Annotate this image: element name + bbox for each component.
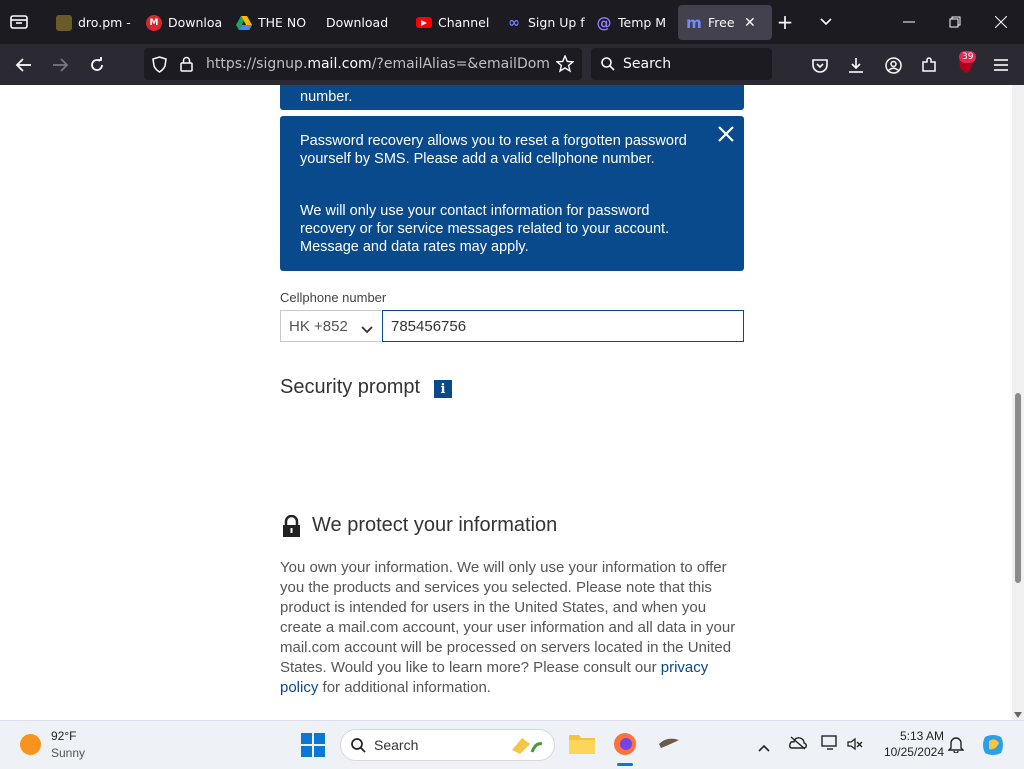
close-window-icon[interactable] xyxy=(990,12,1012,32)
restore-window-icon[interactable] xyxy=(944,12,966,32)
url-text[interactable]: https://signup.mail.com/?emailAlias=&ema… xyxy=(206,56,550,72)
weather-description[interactable]: Sunny xyxy=(51,746,85,760)
meta-icon: ∞ xyxy=(508,14,520,31)
url-domain: mail.com xyxy=(307,56,372,72)
tab-label: Sign Up f xyxy=(528,15,585,30)
taskbar-search-box[interactable]: Search xyxy=(340,729,555,761)
google-drive-icon xyxy=(236,15,252,31)
back-arrow-icon[interactable] xyxy=(12,54,34,76)
volume-muted-icon[interactable] xyxy=(847,736,863,755)
show-hidden-icons-chevron-icon[interactable] xyxy=(758,737,770,756)
minimize-window-icon[interactable] xyxy=(898,12,920,32)
tab-label: Temp M xyxy=(618,15,667,30)
protect-info-heading: We protect your information xyxy=(312,514,558,536)
url-prefix: https://signup. xyxy=(206,56,308,72)
mailcom-icon: m xyxy=(686,13,702,32)
navigation-toolbar: https://signup.mail.com/?emailAlias=&ema… xyxy=(0,44,1024,85)
tracking-protection-shield-icon[interactable] xyxy=(152,56,167,77)
account-icon[interactable] xyxy=(882,54,904,76)
tab-free-mail-active[interactable]: m Free V ✕ xyxy=(678,5,772,40)
scroll-down-arrow-icon[interactable] xyxy=(1014,712,1022,718)
tab-label: Channel xyxy=(438,15,490,30)
copilot-icon[interactable] xyxy=(981,733,1005,761)
info-icon[interactable]: i xyxy=(434,380,452,398)
cellphone-input[interactable] xyxy=(382,310,744,342)
mega-icon: M xyxy=(146,14,162,31)
network-icon[interactable] xyxy=(821,735,839,754)
tab-sign-up[interactable]: ∞ Sign Up f xyxy=(498,5,588,40)
url-rest: /?emailAlias=&emailDomain=m xyxy=(371,56,550,72)
tab-label: Downloa xyxy=(168,15,223,30)
tempmail-icon: @ xyxy=(596,13,612,32)
tab-download-mega[interactable]: M Downloa xyxy=(138,5,228,40)
address-bar[interactable]: https://signup.mail.com/?emailAlias=&ema… xyxy=(144,48,582,80)
web-page-content: number. Password recovery allows you to … xyxy=(0,85,1024,720)
forward-arrow-icon[interactable] xyxy=(50,54,72,76)
tab-label: Free V xyxy=(708,15,738,30)
firefox-taskbar-icon[interactable] xyxy=(613,732,637,760)
extension-badge-count: 39 xyxy=(959,51,977,63)
previous-info-box: number. xyxy=(280,85,744,110)
tab-temp-mail[interactable]: @ Temp M xyxy=(588,5,678,40)
pocket-icon[interactable] xyxy=(809,54,831,76)
info-paragraph-1: Password recovery allows you to reset a … xyxy=(300,133,687,167)
taskbar-search-placeholder: Search xyxy=(374,737,419,753)
search-highlight-icon xyxy=(506,736,546,760)
country-code-value: HK +852 xyxy=(289,317,348,335)
tab-dro[interactable]: dro.pm - xyxy=(48,5,138,40)
chevron-down-icon xyxy=(361,321,373,338)
previous-info-text: number. xyxy=(300,89,353,105)
firefox-view-icon[interactable] xyxy=(8,12,30,32)
weather-temperature[interactable]: 92°F xyxy=(51,729,76,743)
page-scrollbar[interactable] xyxy=(1012,85,1024,720)
sunny-weather-icon[interactable] xyxy=(20,734,41,755)
clock-time: 5:13 AM xyxy=(899,729,944,743)
search-placeholder: Search xyxy=(623,56,672,72)
windows-start-icon[interactable] xyxy=(301,733,325,761)
youtube-icon xyxy=(416,17,432,28)
search-bar[interactable]: Search xyxy=(591,48,772,80)
file-explorer-icon[interactable] xyxy=(569,732,595,758)
tab-label: dro.pm - xyxy=(78,15,131,30)
tab-youtube-channel[interactable]: Channel xyxy=(408,5,498,40)
protect-info-paragraph: You own your information. We will only u… xyxy=(280,558,748,698)
search-icon xyxy=(351,737,366,753)
active-app-indicator xyxy=(617,763,633,766)
search-icon xyxy=(601,57,615,71)
close-tab-icon[interactable]: ✕ xyxy=(744,15,756,31)
system-clock[interactable]: 5:13 AM 10/25/2024 xyxy=(872,728,944,760)
new-tab-icon[interactable]: + xyxy=(774,10,796,34)
dro-icon xyxy=(56,14,72,31)
tab-label: THE NO xyxy=(258,15,307,30)
password-recovery-info-box: Password recovery allows you to reset a … xyxy=(280,116,744,271)
cellphone-label: Cellphone number xyxy=(280,290,387,305)
hamburger-menu-icon[interactable] xyxy=(990,54,1012,76)
windows-taskbar: 92°F Sunny Search 5:13 AM 10/25/2024 xyxy=(0,720,1024,769)
info-paragraph-2: We will only use your contact informatio… xyxy=(300,203,670,255)
protect-text-end: for additional information. xyxy=(318,679,491,696)
list-tabs-chevron-icon[interactable] xyxy=(815,12,837,32)
tab-google-drive[interactable]: THE NO xyxy=(228,5,318,40)
reload-icon[interactable] xyxy=(86,54,108,76)
app-taskbar-icon[interactable] xyxy=(657,734,681,758)
notifications-bell-icon[interactable] xyxy=(947,735,965,757)
lock-icon[interactable] xyxy=(180,56,193,76)
tab-label: Download xyxy=(326,15,389,30)
lock-icon xyxy=(282,514,301,542)
country-code-select[interactable]: HK +852 xyxy=(280,310,381,342)
scrollbar-thumb[interactable] xyxy=(1015,393,1021,583)
extensions-puzzle-icon[interactable] xyxy=(918,54,940,76)
tab-download[interactable]: Download xyxy=(318,5,408,40)
tab-bar: dro.pm - M Downloa THE NO Download Chann… xyxy=(0,0,1024,44)
bookmark-star-icon[interactable] xyxy=(555,54,575,77)
close-info-box-icon[interactable] xyxy=(716,124,736,144)
clock-date: 10/25/2024 xyxy=(883,745,944,759)
onedrive-offline-icon[interactable] xyxy=(789,735,807,754)
downloads-icon[interactable] xyxy=(845,54,867,76)
security-prompt-heading: Security prompt xyxy=(280,376,421,398)
